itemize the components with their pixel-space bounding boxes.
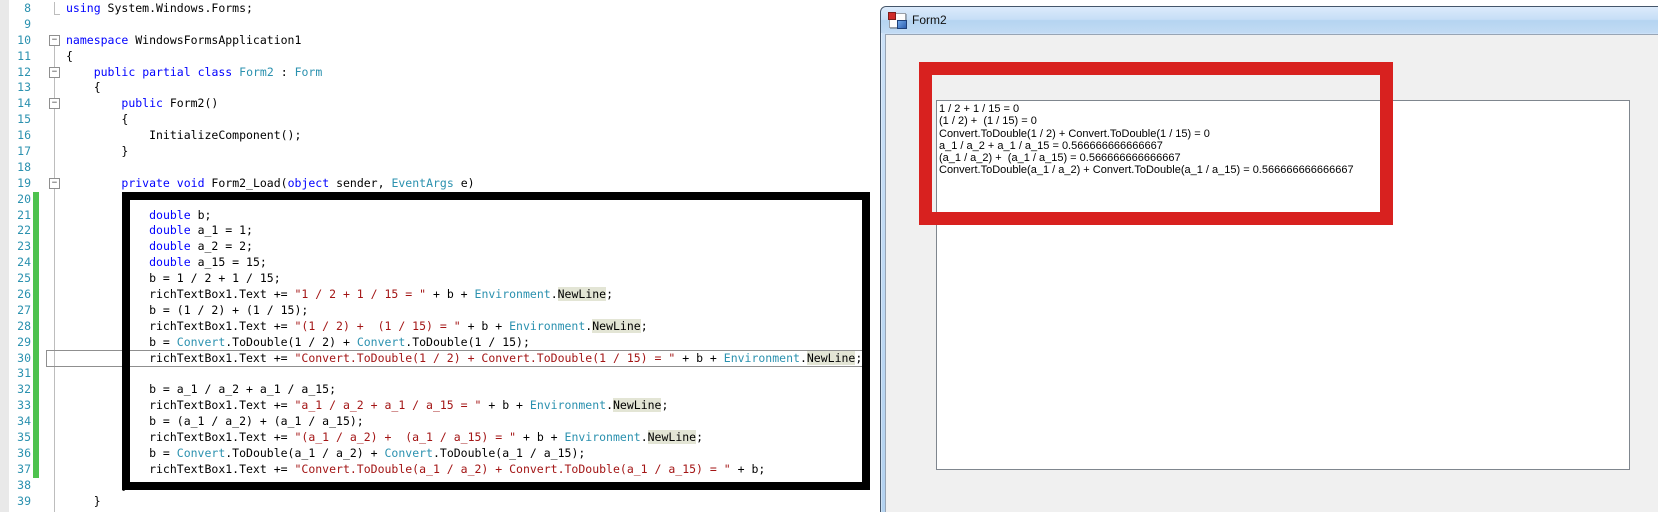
code-line-10[interactable]: namespace WindowsFormsApplication1 (66, 33, 880, 49)
black-annotation-rectangle (122, 192, 870, 490)
code-line-16[interactable]: InitializeComponent(); (66, 128, 880, 144)
collapse-box-icon[interactable]: − (49, 177, 60, 189)
code-line-8[interactable]: using System.Windows.Forms; (66, 1, 880, 17)
collapse-box-icon[interactable]: − (49, 98, 60, 110)
red-annotation-rectangle (919, 62, 1393, 225)
fold-guide-line (54, 46, 55, 512)
code-line-12[interactable]: public partial class Form2 : Form (66, 65, 880, 81)
code-line-18[interactable] (66, 160, 880, 176)
code-line-15[interactable]: { (66, 112, 880, 128)
code-line-14[interactable]: public Form2() (66, 96, 880, 112)
code-line-19[interactable]: private void Form2_Load(object sender, E… (66, 176, 880, 192)
code-line-39[interactable]: } (66, 494, 880, 510)
form2-window-title: Form2 (912, 13, 947, 27)
code-line-17[interactable]: } (66, 144, 880, 160)
screenshot-root: 8 9 10 11 12 13 14 15 16 17 18 19 20 21 22 23 24 25 26 27 28… (0, 0, 1658, 512)
code-folding-margin: − − − − (0, 0, 66, 512)
code-line-9[interactable] (66, 17, 880, 33)
form2-titlebar[interactable]: Form2 (881, 7, 1658, 33)
winforms-form-icon (888, 11, 907, 29)
code-line-13[interactable]: { (66, 80, 880, 96)
code-line-11[interactable]: { (66, 49, 880, 65)
collapse-box-icon[interactable]: − (49, 66, 60, 78)
fold-region-end-mark (54, 2, 60, 15)
collapse-box-icon[interactable]: − (49, 34, 60, 46)
